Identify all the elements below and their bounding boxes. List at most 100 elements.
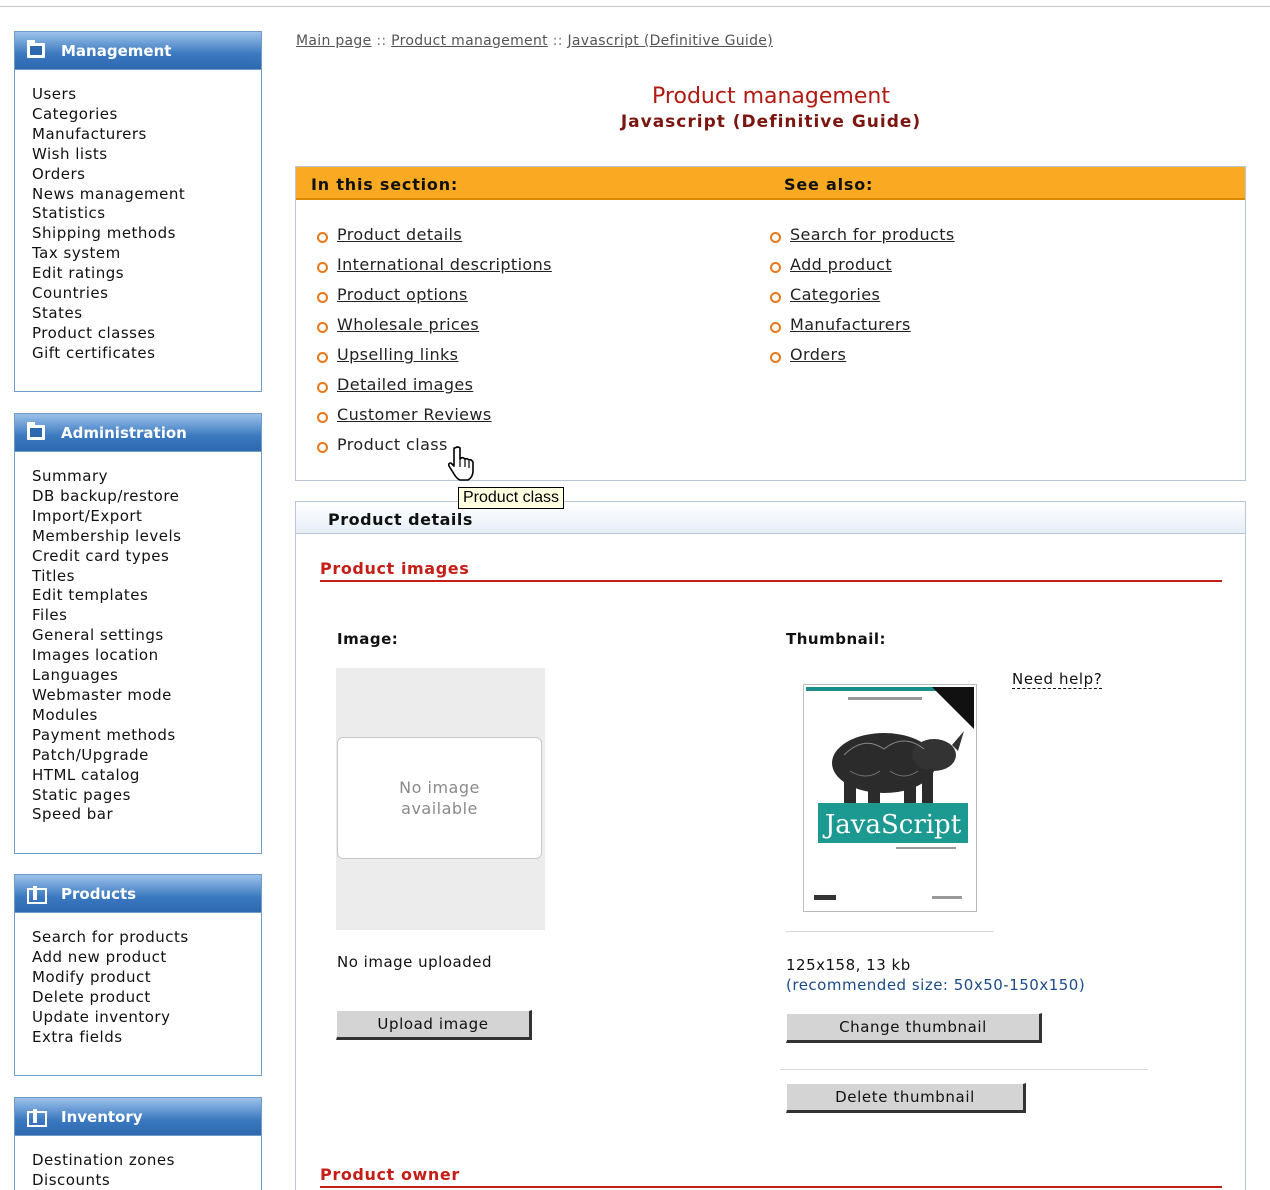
management-menu-item[interactable]: States: [32, 304, 261, 324]
administration-menu-item[interactable]: Webmaster mode: [32, 686, 261, 706]
management-menu-item[interactable]: Gift certificates: [32, 344, 261, 364]
section-link[interactable]: Wholesale prices: [317, 314, 552, 344]
products-menu-item[interactable]: Search for products: [32, 928, 261, 948]
folder-icon: [27, 422, 45, 440]
products-panel: Products Search for products Add new prod…: [14, 874, 262, 1076]
see-also-link-link[interactable]: Search for products: [790, 225, 955, 244]
management-panel: Management Users Categories Manufacturers W…: [14, 31, 262, 392]
see-also-link-link[interactable]: Add product: [790, 255, 892, 274]
administration-panel-header: Administration: [15, 414, 261, 452]
section-link-link[interactable]: Detailed images: [337, 375, 473, 394]
section-navigation-box: In this section: See also: Product detai…: [295, 166, 1246, 481]
products-panel-title: Products: [61, 884, 137, 903]
section-link-link[interactable]: Wholesale prices: [337, 315, 479, 334]
inventory-menu-item[interactable]: Destination zones: [32, 1151, 261, 1171]
management-menu-item[interactable]: Edit ratings: [32, 264, 261, 284]
administration-menu-item[interactable]: Payment methods: [32, 726, 261, 746]
inventory-menu-item[interactable]: Discounts: [32, 1171, 261, 1190]
administration-menu-item[interactable]: HTML catalog: [32, 766, 261, 786]
product-images-heading: Product images: [320, 559, 1222, 582]
need-help-link[interactable]: Need help?: [1012, 670, 1103, 689]
management-menu-item[interactable]: Product classes: [32, 324, 261, 344]
product-details-tab[interactable]: Product details: [296, 502, 1245, 534]
administration-menu-item[interactable]: Import/Export: [32, 507, 261, 527]
management-menu-item[interactable]: Wish lists: [32, 145, 261, 165]
administration-menu-item[interactable]: Credit card types: [32, 547, 261, 567]
see-also-link[interactable]: Manufacturers: [770, 314, 955, 344]
see-also-link[interactable]: Search for products: [770, 224, 955, 254]
see-also-link-link[interactable]: Orders: [790, 345, 846, 364]
see-also-links: Search for products Add product Categories…: [770, 224, 955, 374]
breadcrumb-main-page[interactable]: Main page: [296, 33, 372, 49]
administration-menu-item[interactable]: Titles: [32, 567, 261, 587]
section-link-link[interactable]: Customer Reviews: [337, 405, 492, 424]
package-icon: [27, 886, 47, 904]
administration-menu-item[interactable]: Patch/Upgrade: [32, 746, 261, 766]
products-menu-item[interactable]: Delete product: [32, 988, 261, 1008]
breadcrumb-product[interactable]: Javascript (Definitive Guide): [568, 33, 773, 49]
upload-image-button[interactable]: Upload image: [336, 1010, 532, 1040]
products-menu-item[interactable]: Modify product: [32, 968, 261, 988]
breadcrumb-product-management[interactable]: Product management: [391, 33, 548, 49]
products-menu-item[interactable]: Extra fields: [32, 1028, 261, 1048]
section-link[interactable]: Upselling links: [317, 344, 552, 374]
management-menu-item[interactable]: Orders: [32, 165, 261, 185]
administration-menu-item[interactable]: Static pages: [32, 786, 261, 806]
administration-panel: Administration Summary DB backup/restore I…: [14, 413, 262, 854]
products-panel-header: Products: [15, 875, 261, 913]
see-also-link-link[interactable]: Categories: [790, 285, 880, 304]
management-menu-item[interactable]: Tax system: [32, 244, 261, 264]
breadcrumb: Main page :: Product management :: Javas…: [296, 33, 773, 49]
section-link-link[interactable]: Upselling links: [337, 345, 458, 364]
products-menu: Search for products Add new product Modify…: [15, 913, 261, 1047]
section-link-link[interactable]: Product details: [337, 225, 462, 244]
management-menu-item[interactable]: Manufacturers: [32, 125, 261, 145]
management-menu-item[interactable]: Statistics: [32, 204, 261, 224]
management-menu-item[interactable]: News management: [32, 185, 261, 205]
delete-thumbnail-button[interactable]: Delete thumbnail: [786, 1083, 1026, 1113]
section-link-link[interactable]: Product options: [337, 285, 468, 304]
no-image-uploaded-text: No image uploaded: [337, 953, 492, 971]
administration-menu-item[interactable]: Edit templates: [32, 586, 261, 606]
section-link[interactable]: International descriptions: [317, 254, 552, 284]
management-menu-item[interactable]: Categories: [32, 105, 261, 125]
section-header: In this section: See also:: [296, 167, 1245, 200]
change-thumbnail-button[interactable]: Change thumbnail: [786, 1013, 1042, 1043]
administration-menu-item[interactable]: Speed bar: [32, 805, 261, 825]
inventory-menu: Destination zones Discounts: [15, 1136, 261, 1190]
thumbnail-label: Thumbnail:: [786, 630, 887, 648]
administration-menu-item[interactable]: DB backup/restore: [32, 487, 261, 507]
see-also-link[interactable]: Categories: [770, 284, 955, 314]
administration-panel-title: Administration: [61, 423, 187, 442]
see-also-link[interactable]: Add product: [770, 254, 955, 284]
page-title: Product management: [652, 84, 890, 109]
management-menu-item[interactable]: Shipping methods: [32, 224, 261, 244]
administration-menu-item[interactable]: Languages: [32, 666, 261, 686]
administration-menu-item[interactable]: Files: [32, 606, 261, 626]
thumbnail-image: JavaScript: [803, 684, 977, 912]
breadcrumb-separator: ::: [376, 33, 387, 49]
product-details-tab-label: Product details: [328, 510, 473, 529]
section-link-link[interactable]: International descriptions: [337, 255, 552, 274]
see-also-link-link[interactable]: Manufacturers: [790, 315, 911, 334]
administration-menu-item[interactable]: Modules: [32, 706, 261, 726]
administration-menu-item[interactable]: Membership levels: [32, 527, 261, 547]
administration-menu-item[interactable]: Summary: [32, 467, 261, 487]
section-link[interactable]: Product details: [317, 224, 552, 254]
section-link-link[interactable]: Product class: [337, 435, 448, 454]
management-menu-item[interactable]: Users: [32, 85, 261, 105]
section-link[interactable]: Detailed images: [317, 374, 552, 404]
products-menu-item[interactable]: Update inventory: [32, 1008, 261, 1028]
administration-menu-item[interactable]: Images location: [32, 646, 261, 666]
management-menu-item[interactable]: Countries: [32, 284, 261, 304]
top-border: [0, 6, 1270, 7]
buttons-divider: [780, 1069, 1148, 1070]
section-link[interactable]: Product class: [317, 434, 552, 464]
thumbnail-info: 125x158, 13 kb: [786, 956, 911, 974]
see-also-link[interactable]: Orders: [770, 344, 955, 374]
section-link[interactable]: Product options: [317, 284, 552, 314]
products-menu-item[interactable]: Add new product: [32, 948, 261, 968]
section-link[interactable]: Customer Reviews: [317, 404, 552, 434]
administration-menu-item[interactable]: General settings: [32, 626, 261, 646]
breadcrumb-separator: ::: [552, 33, 563, 49]
